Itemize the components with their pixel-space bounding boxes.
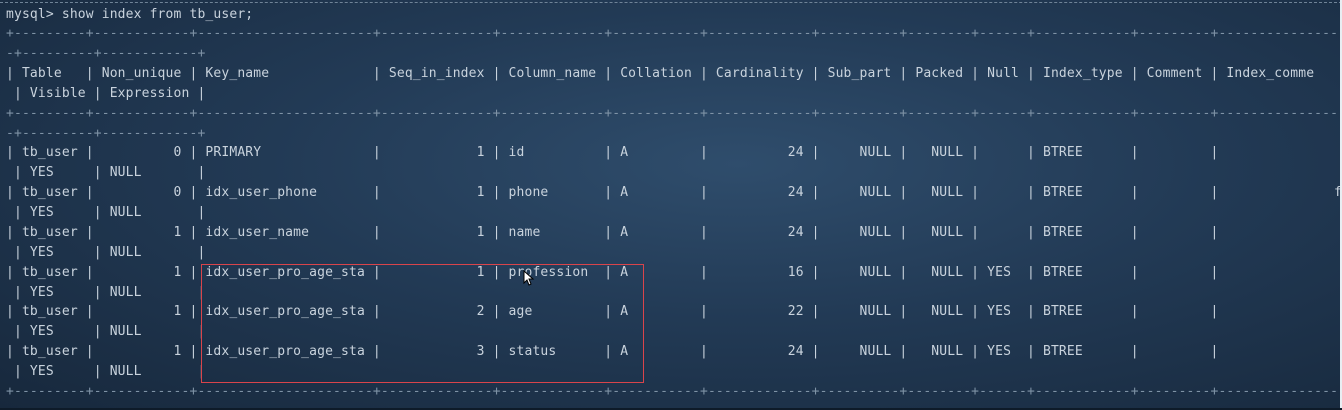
table-border-bottom: +---------+------------+----------------… xyxy=(6,384,1339,399)
table-row-wrap: | YES | NULL | xyxy=(6,324,206,339)
table-row: | tb_user | 1 | idx_user_name | 1 | name… xyxy=(6,225,1219,240)
table-row-wrap: | YES | NULL | xyxy=(6,245,206,260)
table-header-row: | Table | Non_unique | Key_name | Seq_in… xyxy=(6,66,1315,81)
highlight-annotation-box xyxy=(201,264,644,383)
mouse-cursor-icon xyxy=(523,270,535,286)
terminal-window[interactable]: mysql> show index from tb_user; +-------… xyxy=(0,0,1342,410)
table-border-header: +---------+------------+----------------… xyxy=(6,106,1339,121)
table-row-wrap: | YES | NULL | xyxy=(6,364,206,379)
window-top-border xyxy=(0,2,1342,3)
table-border-top: +---------+------------+----------------… xyxy=(6,26,1339,41)
table-header-row-wrap: | Visible | Expression | xyxy=(6,86,206,101)
table-row: | tb_user | 0 | idx_user_phone | 1 | pho… xyxy=(6,185,1219,200)
table-row-wrap: | YES | NULL | xyxy=(6,285,206,300)
table-row-wrap: | YES | NULL | xyxy=(6,205,206,220)
table-border-header-wrap: -+---------+------------+ xyxy=(6,126,206,141)
table-row-wrap: | YES | NULL | xyxy=(6,165,206,180)
table-border-top-wrap: -+---------+------------+ xyxy=(6,46,206,61)
command-prompt: mysql> show index from tb_user; xyxy=(6,7,254,22)
table-row: | tb_user | 0 | PRIMARY | 1 | id | A | 2… xyxy=(6,145,1219,160)
